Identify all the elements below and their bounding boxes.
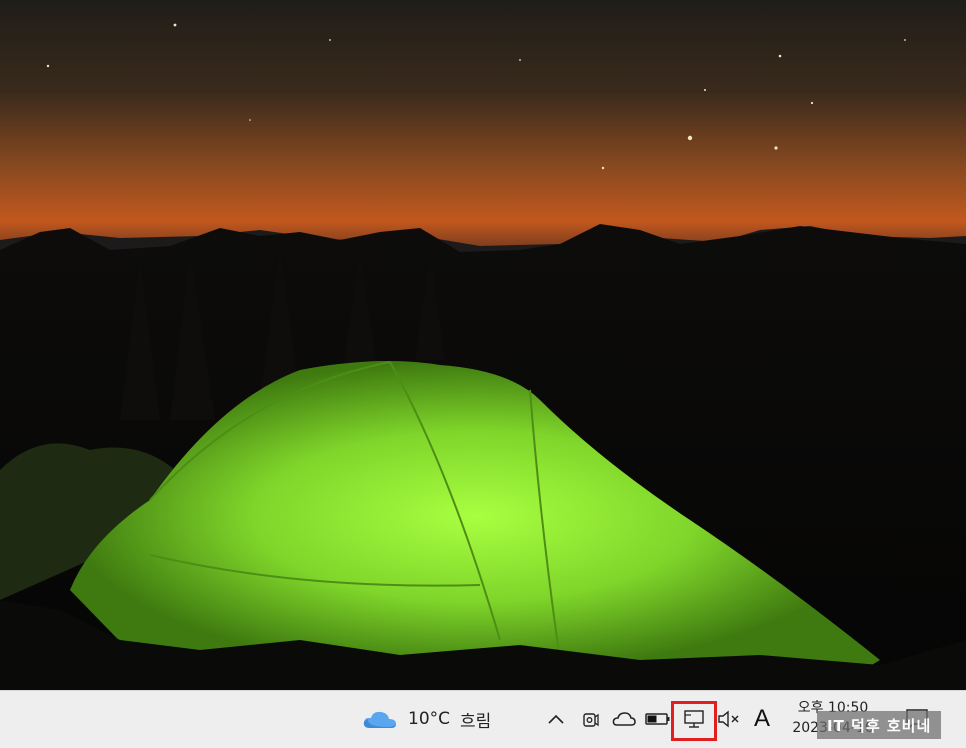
speaker-muted-icon	[718, 710, 739, 728]
camera-icon	[583, 713, 599, 727]
battery-icon	[645, 713, 670, 725]
tray-volume[interactable]	[715, 701, 745, 737]
taskbar: 10°C 흐림 A 오후 10:50 IT 덕후 호비네	[0, 690, 966, 748]
tray-onedrive[interactable]	[609, 701, 639, 737]
night-camping-scene	[0, 0, 966, 690]
weather-condition: 흐림	[460, 711, 492, 732]
tray-battery[interactable]	[643, 701, 673, 737]
weather-temperature: 10°C	[408, 709, 451, 729]
desktop-wallpaper	[0, 0, 966, 690]
chevron-up-icon	[548, 714, 564, 724]
onedrive-cloud-icon	[612, 712, 636, 726]
highlight-box	[671, 701, 717, 741]
tray-camera[interactable]	[576, 701, 606, 737]
cloud-icon	[363, 711, 396, 728]
weather-widget[interactable]: 10°C 흐림	[362, 699, 491, 739]
input-indicator[interactable]: A	[748, 701, 776, 737]
show-hidden-icons-button[interactable]	[541, 701, 571, 737]
watermark: IT 덕후 호비네	[817, 711, 942, 739]
